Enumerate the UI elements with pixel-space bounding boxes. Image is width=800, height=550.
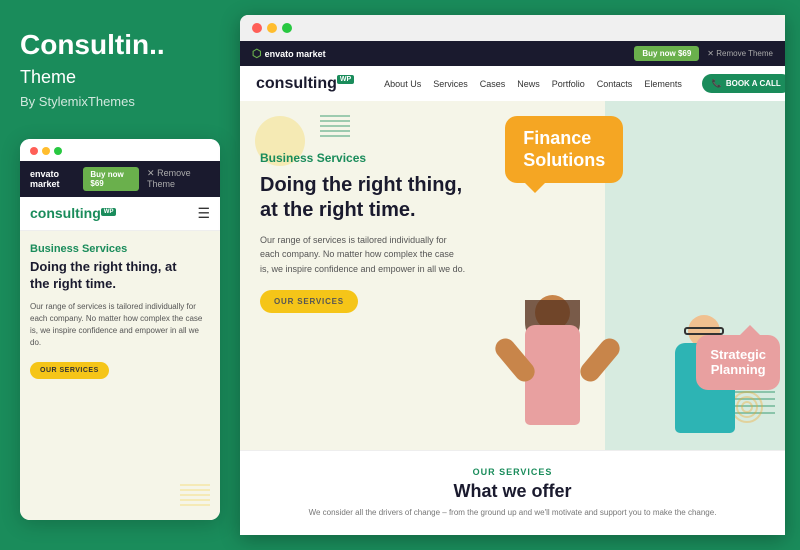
red-dot (30, 147, 38, 155)
buy-button-desktop[interactable]: Buy now $69 (634, 46, 699, 61)
phone-icon: 📞 (712, 79, 722, 88)
mobile-hero-heading: Doing the right thing, at the right time… (30, 259, 210, 293)
desktop-business-services: Business Services (260, 151, 465, 165)
mobile-topbar: envato market Buy now $69 ✕ Remove Theme (20, 161, 220, 197)
theme-title: Consultin.. (20, 30, 220, 61)
desktop-hero-right: Finance Solutions (485, 101, 785, 450)
nav-services[interactable]: Services (433, 79, 468, 89)
nav-elements[interactable]: Elements (644, 79, 682, 89)
nav-cases[interactable]: Cases (480, 79, 506, 89)
what-we-offer-heading: What we offer (260, 481, 765, 502)
desktop-logo: consultingWP (256, 75, 354, 93)
person-woman (515, 295, 600, 450)
what-we-offer-text: We consider all the drivers of change – … (260, 507, 765, 519)
right-panel: ⬡ envato market Buy now $69 ✕ Remove The… (240, 15, 785, 535)
mobile-preview: envato market Buy now $69 ✕ Remove Theme… (20, 139, 220, 520)
mobile-deco-stripes (180, 480, 210, 510)
green-dot (54, 147, 62, 155)
desktop-hero: Business Services Doing the right thing,… (240, 101, 785, 450)
desktop-red-dot (252, 23, 262, 33)
desktop-hero-heading: Doing the right thing,at the right time. (260, 173, 465, 223)
nav-portfolio[interactable]: Portfolio (552, 79, 585, 89)
desktop-green-dot (282, 23, 292, 33)
pink-bubble: Strategic Planning (696, 335, 780, 390)
mobile-hero-text: Our range of services is tailored indivi… (30, 301, 210, 349)
book-call-button[interactable]: 📞 BOOK A CALL (702, 74, 785, 93)
our-services-label: OUR SERVICES (260, 467, 765, 477)
left-panel: Consultin.. Theme By StylemixThemes enva… (0, 0, 240, 550)
desktop-envato-logo: ⬡ envato market (252, 47, 326, 60)
mobile-our-services-button[interactable]: OUR SERVICES (30, 362, 109, 379)
desktop-bottom-section: OUR SERVICES What we offer We consider a… (240, 450, 785, 535)
desktop-our-services-button[interactable]: OUR SERVICES (260, 290, 358, 313)
desktop-topbar: ⬡ envato market Buy now $69 ✕ Remove The… (240, 41, 785, 66)
desktop-yellow-dot (267, 23, 277, 33)
envato-icon: ⬡ (252, 47, 262, 60)
mobile-business-services: Business Services (30, 243, 210, 255)
yellow-dot (42, 147, 50, 155)
close-button-mobile[interactable]: ✕ Remove Theme (147, 168, 210, 189)
mobile-logo: consultingWP (30, 205, 116, 221)
mobile-traffic-dots (20, 139, 220, 161)
desktop-topbar-right: Buy now $69 ✕ Remove Theme (634, 46, 773, 61)
theme-author: By StylemixThemes (20, 94, 220, 109)
mobile-hero: Business Services Doing the right thing,… (20, 231, 220, 520)
desktop-hero-left: Business Services Doing the right thing,… (240, 101, 485, 450)
remove-preview[interactable]: ✕ Remove Theme (707, 49, 773, 58)
mobile-nav: consultingWP ☰ (20, 197, 220, 231)
nav-contacts[interactable]: Contacts (597, 79, 633, 89)
nav-about-us[interactable]: About Us (384, 79, 421, 89)
nav-news[interactable]: News (517, 79, 540, 89)
orange-bubble: Finance Solutions (505, 116, 623, 183)
envato-logo: envato market (30, 169, 83, 189)
desktop-nav-links: About Us Services Cases News Portfolio C… (384, 79, 682, 89)
hamburger-menu[interactable]: ☰ (197, 205, 210, 222)
desktop-navbar: consultingWP About Us Services Cases New… (240, 66, 785, 101)
theme-subtitle: Theme (20, 67, 220, 88)
desktop-traffic-dots (240, 15, 785, 41)
desktop-hero-text: Our range of services is tailored indivi… (260, 233, 465, 276)
buy-button-mobile[interactable]: Buy now $69 (83, 167, 139, 191)
